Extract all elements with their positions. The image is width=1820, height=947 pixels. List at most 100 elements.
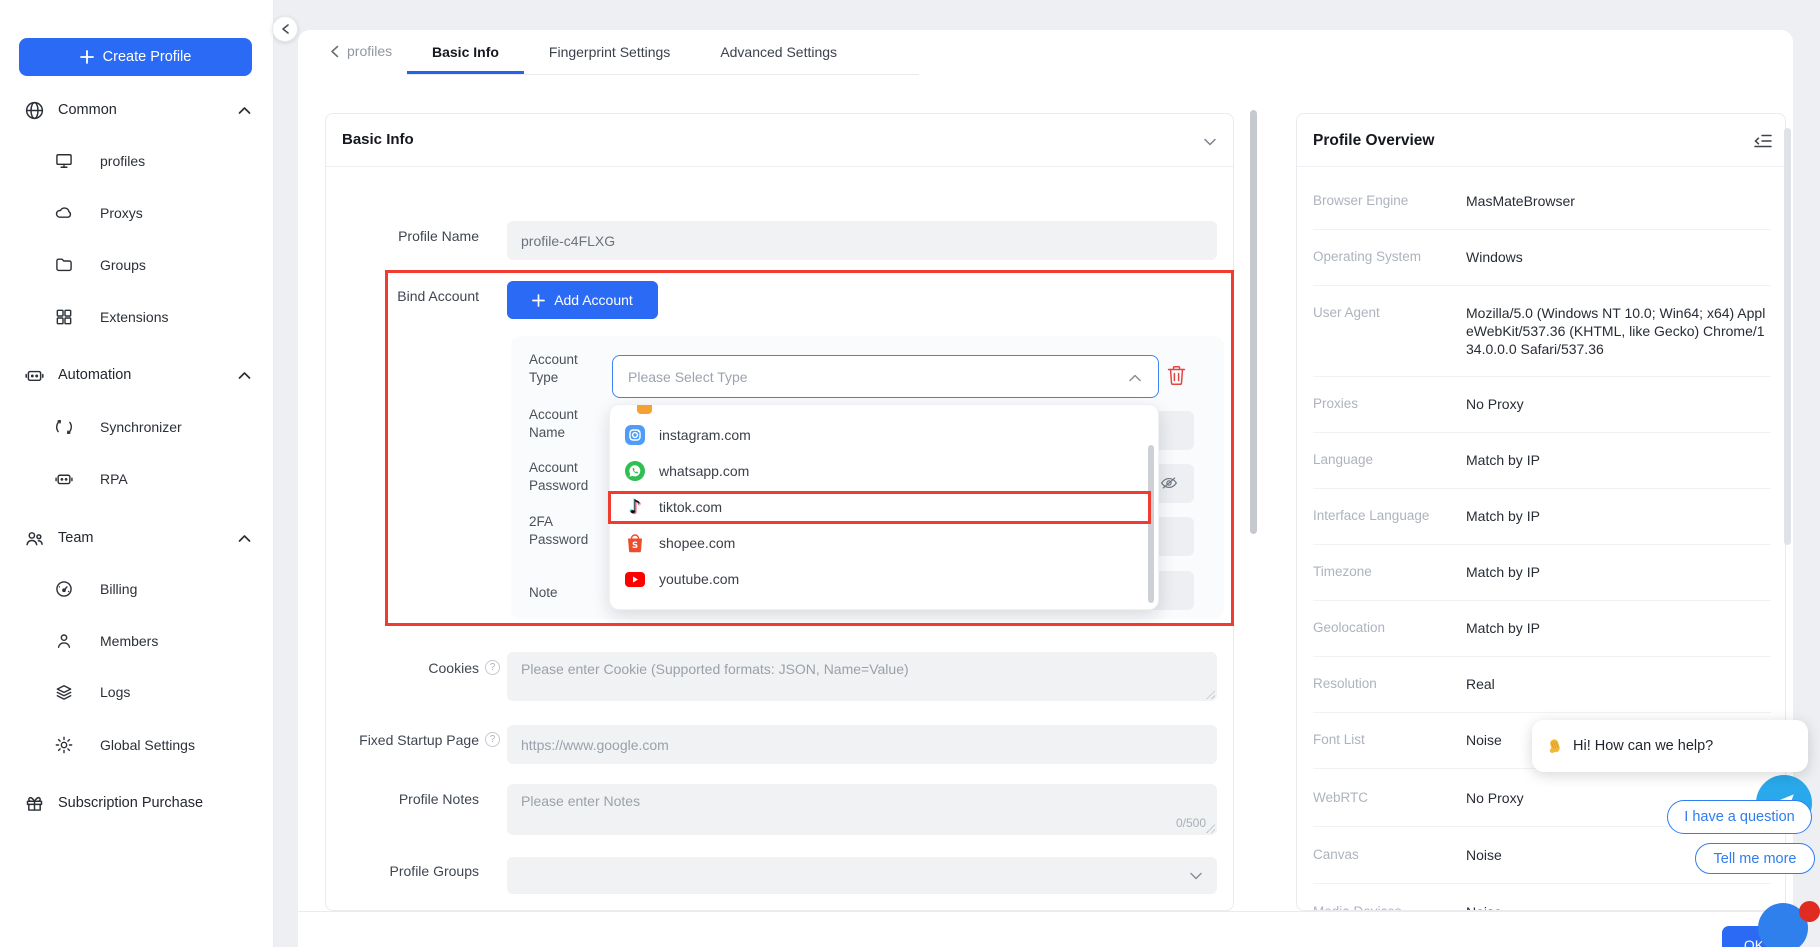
overview-value: Noise [1466, 903, 1771, 911]
overview-label: Operating System [1313, 248, 1466, 266]
sidebar-item-global-settings[interactable]: Global Settings [0, 732, 274, 758]
whatsapp-icon [625, 461, 645, 481]
sidebar-section-common[interactable]: Common [0, 97, 274, 123]
sidebar-item-subscription[interactable]: Subscription Purchase [0, 790, 274, 816]
chat-notification-badge [1799, 901, 1820, 922]
sidebar-collapse-button[interactable] [272, 16, 298, 42]
chat-more-button[interactable]: Tell me more [1695, 843, 1815, 874]
plus-icon [80, 50, 94, 64]
layers-icon [54, 682, 74, 702]
sidebar-item-proxys[interactable]: Proxys [0, 200, 274, 226]
sidebar-item-members[interactable]: Members [0, 628, 274, 654]
create-profile-button[interactable]: Create Profile [19, 38, 252, 76]
monitor-icon [54, 151, 74, 171]
robot-icon [24, 365, 45, 386]
overview-row-language: LanguageMatch by IP [1313, 451, 1771, 469]
profile-name-label: Profile Name [326, 228, 479, 245]
overview-label: Canvas [1313, 846, 1466, 864]
collapse-overview-icon[interactable] [1754, 133, 1772, 149]
sidebar-item-logs[interactable]: Logs [0, 679, 274, 705]
main-scrollbar[interactable] [1250, 110, 1257, 534]
divider [1313, 712, 1771, 713]
back-chevron-icon [330, 45, 339, 58]
cookies-help-icon[interactable]: ? [485, 660, 500, 675]
fixed-startup-label: Fixed Startup Page [326, 732, 479, 749]
resize-handle[interactable] [1205, 689, 1215, 699]
fixed-startup-help-icon[interactable]: ? [485, 732, 500, 747]
dropdown-item-whatsapp[interactable]: whatsapp.com [610, 453, 1158, 489]
chat-question-button[interactable]: I have a question [1667, 800, 1812, 834]
divider [1313, 285, 1771, 286]
dropdown-item-tiktok[interactable]: ♪ tiktok.com [610, 489, 1158, 525]
dropdown-scrollbar[interactable] [1148, 445, 1154, 603]
tab-basic-info[interactable]: Basic Info [407, 33, 524, 74]
account-type-select[interactable]: Please Select Type [612, 355, 1159, 398]
cookies-textarea[interactable] [507, 652, 1217, 701]
overview-label: Geolocation [1313, 619, 1466, 637]
basic-info-title: Basic Info [342, 131, 414, 148]
account-type-placeholder: Please Select Type [628, 369, 748, 385]
delete-account-icon[interactable] [1167, 365, 1186, 386]
sidebar-item-rpa[interactable]: RPA [0, 466, 274, 492]
chevron-up-icon [238, 534, 251, 543]
cookies-label: Cookies [326, 660, 479, 677]
chevron-down-icon[interactable] [1204, 138, 1216, 146]
overview-value: Windows [1466, 248, 1771, 266]
overview-label: Font List [1313, 731, 1466, 749]
sidebar-item-extensions[interactable]: Extensions [0, 304, 274, 330]
sidebar-section-automation[interactable]: Automation [0, 362, 274, 388]
sidebar-item-label: Members [100, 633, 158, 649]
list-item-partial-icon[interactable] [637, 405, 652, 414]
add-account-button[interactable]: Add Account [507, 281, 658, 319]
overview-label: Interface Language [1313, 507, 1466, 525]
cloud-icon [54, 203, 74, 223]
basic-info-header[interactable]: Basic Info [326, 114, 1233, 167]
overview-row-operating-system: Operating SystemWindows [1313, 248, 1771, 266]
notes-char-counter: 0/500 [1146, 816, 1206, 830]
overview-label: Language [1313, 451, 1466, 469]
sidebar-item-profiles[interactable]: profiles [0, 148, 274, 174]
profile-notes-textarea[interactable] [507, 784, 1217, 835]
sidebar-item-label: Global Settings [100, 737, 195, 753]
dropdown-item-shopee[interactable]: S shopee.com [610, 525, 1158, 561]
resize-handle[interactable] [1205, 823, 1215, 833]
overview-value: Match by IP [1466, 563, 1771, 581]
overview-scrollbar[interactable] [1784, 128, 1791, 545]
sidebar-item-groups[interactable]: Groups [0, 252, 274, 278]
profile-name-input[interactable] [507, 221, 1217, 260]
profile-overview-header: Profile Overview [1297, 114, 1785, 167]
sidebar-item-label: Groups [100, 257, 146, 273]
overview-label: User Agent [1313, 304, 1466, 358]
dropdown-item-youtube[interactable]: youtube.com [610, 561, 1158, 597]
overview-row-interface-language: Interface LanguageMatch by IP [1313, 507, 1771, 525]
sync-icon [54, 417, 74, 437]
eye-off-icon[interactable] [1160, 475, 1178, 491]
sidebar-section-team[interactable]: Team [0, 525, 274, 551]
sidebar-item-synchronizer[interactable]: Synchronizer [0, 414, 274, 440]
breadcrumb[interactable]: profiles [330, 43, 392, 59]
sidebar-item-label: RPA [100, 471, 128, 487]
sidebar-item-label: Extensions [100, 309, 168, 325]
sidebar-item-label: Synchronizer [100, 419, 182, 435]
overview-label: Timezone [1313, 563, 1466, 581]
sidebar-section-label: Automation [58, 367, 131, 383]
fixed-startup-input[interactable] [507, 725, 1217, 764]
sidebar: Create Profile Common profiles Proxys Gr… [0, 0, 274, 947]
sidebar-item-billing[interactable]: Billing [0, 576, 274, 602]
globe-icon [24, 100, 45, 121]
divider [1313, 229, 1771, 230]
sidebar-item-label: Subscription Purchase [58, 795, 203, 811]
profile-groups-select[interactable] [507, 857, 1217, 894]
chat-greeting-bubble[interactable]: Hi! How can we help? [1532, 720, 1808, 772]
sidebar-section-label: Team [58, 530, 93, 546]
chevron-up-icon [238, 371, 251, 380]
divider [1313, 488, 1771, 489]
tab-bar: Basic Info Fingerprint Settings Advanced… [407, 33, 919, 75]
youtube-icon [625, 569, 645, 589]
tab-fingerprint-settings[interactable]: Fingerprint Settings [524, 33, 695, 74]
dropdown-item-instagram[interactable]: instagram.com [610, 417, 1158, 453]
tab-advanced-settings[interactable]: Advanced Settings [695, 33, 862, 74]
overview-value: MasMateBrowser [1466, 192, 1771, 210]
overview-value: Mozilla/5.0 (Windows NT 10.0; Win64; x64… [1466, 304, 1771, 358]
overview-value: Match by IP [1466, 451, 1771, 469]
